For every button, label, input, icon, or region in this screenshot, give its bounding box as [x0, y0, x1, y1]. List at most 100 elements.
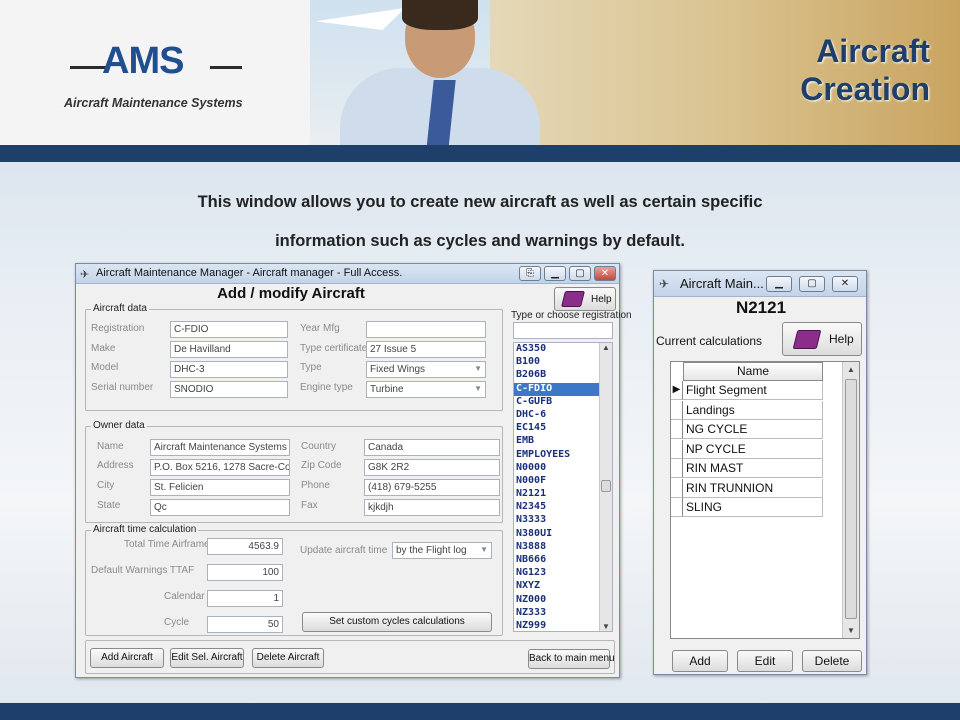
registration-item[interactable]: N0000 [514, 462, 612, 475]
registration-item[interactable]: AS350 [514, 343, 612, 356]
registration-item[interactable]: EC145 [514, 422, 612, 435]
add-aircraft-button[interactable]: Add Aircraft [90, 648, 164, 668]
model-field[interactable]: DHC-3 [170, 361, 288, 378]
scroll-up-icon[interactable]: ▲ [843, 365, 859, 374]
country-field[interactable]: Canada [364, 439, 500, 456]
registration-item[interactable]: DHC-6 [514, 409, 612, 422]
calculation-row[interactable]: NG CYCLE [683, 420, 823, 439]
minimize-icon[interactable]: ▁ [544, 266, 566, 281]
custom-cycles-button[interactable]: Set custom cycles calculations [302, 612, 492, 632]
tta-field[interactable]: 4563.9 [207, 538, 283, 555]
make-field[interactable]: De Havilland [170, 341, 288, 358]
window-titlebar[interactable]: ✈ Aircraft Maintenance Manager - Aircraf… [76, 264, 619, 284]
calc-window-titlebar[interactable]: ✈ Aircraft Main... ▁ ▢ ✕ [654, 271, 866, 297]
chevron-down-icon: ▼ [474, 364, 482, 373]
registration-item[interactable]: C-GUFB [514, 396, 612, 409]
maximize-icon[interactable]: ▢ [799, 276, 825, 292]
make-label: Make [91, 343, 116, 354]
serial-field[interactable]: SNODIO [170, 381, 288, 398]
registration-item[interactable]: N3888 [514, 541, 612, 554]
registration-item[interactable]: NXYZ [514, 580, 612, 593]
city-label: City [97, 480, 115, 491]
model-label: Model [91, 362, 119, 373]
state-field[interactable]: Qc [150, 499, 290, 516]
registration-item[interactable]: NB666 [514, 554, 612, 567]
calculation-row[interactable]: SLING [683, 498, 823, 517]
registration-item[interactable]: EMPLOYEES [514, 449, 612, 462]
phone-field[interactable]: (418) 679-5255 [364, 479, 500, 496]
registration-item[interactable]: NZ999 [514, 620, 612, 631]
row-selector[interactable] [671, 400, 683, 420]
name-column-header[interactable]: Name [683, 362, 823, 381]
owner-name-field[interactable]: Aircraft Maintenance Systems RD [150, 439, 290, 456]
registration-item[interactable]: NZ333 [514, 607, 612, 620]
calc-scrollbar[interactable]: ▲ ▼ [842, 362, 859, 638]
delete-aircraft-button[interactable]: Delete Aircraft [252, 648, 324, 668]
row-selector[interactable] [671, 498, 683, 517]
typecert-field[interactable]: 27 Issue 5 [366, 341, 486, 358]
calc-edit-button[interactable]: Edit [737, 650, 793, 672]
scroll-down-icon[interactable]: ▼ [600, 622, 612, 631]
calculation-row[interactable]: Landings [683, 400, 823, 420]
calculation-row[interactable]: Flight Segment [683, 381, 823, 400]
registration-item[interactable]: N380UI [514, 528, 612, 541]
type-value: Fixed Wings [370, 364, 426, 375]
calc-window-title: Aircraft Main... [680, 276, 764, 291]
restore-icon[interactable]: ⎘ [519, 266, 541, 281]
registration-list[interactable]: AS350 B100 B206B C-FDIO C-GUFB DHC-6 EC145 EMB E… [513, 342, 613, 632]
warnings-label: Default Warnings TTAF [91, 565, 195, 576]
help-button[interactable]: Help [554, 287, 616, 311]
calculations-grid[interactable]: Name ▶ Flight Segment Landings NG CYCLE NP C… [670, 361, 860, 639]
maximize-icon[interactable]: ▢ [569, 266, 591, 281]
calc-delete-button[interactable]: Delete [802, 650, 862, 672]
scroll-up-icon[interactable]: ▲ [600, 343, 612, 352]
registration-search-input[interactable] [513, 322, 613, 339]
registration-item[interactable]: C-FDIO [514, 382, 612, 396]
update-time-select[interactable]: by the Flight log ▼ [392, 542, 492, 559]
calculation-row[interactable]: RIN TRUNNION [683, 478, 823, 498]
registration-item[interactable]: NZ000 [514, 594, 612, 607]
year-field[interactable] [366, 321, 486, 338]
current-row-indicator-icon[interactable]: ▶ [671, 381, 683, 400]
registration-item[interactable]: NG123 [514, 567, 612, 580]
scroll-thumb[interactable] [845, 379, 857, 619]
registration-item[interactable]: B206B [514, 369, 612, 382]
calc-add-button[interactable]: Add [672, 650, 728, 672]
row-selector[interactable] [671, 459, 683, 478]
scroll-thumb[interactable] [601, 480, 611, 492]
row-selector[interactable] [671, 439, 683, 459]
city-field[interactable]: St. Felicien [150, 479, 290, 496]
type-select[interactable]: Fixed Wings ▼ [366, 361, 486, 378]
registration-item[interactable]: N000F [514, 475, 612, 488]
minimize-icon[interactable]: ▁ [766, 276, 792, 292]
warnings-field[interactable]: 100 [207, 564, 283, 581]
state-label: State [97, 500, 121, 511]
registration-field[interactable]: C-FDIO [170, 321, 288, 338]
page-heading: Add / modify Aircraft [217, 285, 365, 302]
logo-subtitle: Aircraft Maintenance Systems [64, 96, 243, 110]
calc-help-button[interactable]: Help [782, 322, 862, 356]
registration-item[interactable]: N2121 [514, 488, 612, 501]
row-selector[interactable] [671, 478, 683, 498]
back-to-menu-button[interactable]: Back to main menu [528, 649, 615, 669]
engine-select[interactable]: Turbine ▼ [366, 381, 486, 398]
row-selector[interactable] [671, 420, 683, 439]
address-field[interactable]: P.O. Box 5216, 1278 Sacre-Coeur [150, 459, 290, 476]
calculation-row[interactable]: RIN MAST [683, 459, 823, 478]
calendar-field[interactable]: 1 [207, 590, 283, 607]
registration-item[interactable]: EMB [514, 435, 612, 448]
edit-aircraft-button[interactable]: Edit Sel. Aircraft [170, 648, 244, 668]
cycle-field[interactable]: 50 [207, 616, 283, 633]
calculation-row[interactable]: NP CYCLE [683, 439, 823, 459]
close-icon[interactable]: ✕ [594, 266, 616, 281]
registration-item[interactable]: B100 [514, 356, 612, 369]
registration-item[interactable]: N2345 [514, 501, 612, 514]
registration-item[interactable]: N3333 [514, 514, 612, 527]
registration-scrollbar[interactable]: ▲ ▼ [599, 343, 612, 631]
close-icon[interactable]: ✕ [832, 276, 858, 292]
zip-field[interactable]: G8K 2R2 [364, 459, 500, 476]
aircraft-data-title: Aircraft data [91, 303, 149, 314]
description-line2: information such as cycles and warnings … [275, 232, 685, 250]
fax-field[interactable]: kjkdjh [364, 499, 500, 516]
scroll-down-icon[interactable]: ▼ [843, 626, 859, 635]
